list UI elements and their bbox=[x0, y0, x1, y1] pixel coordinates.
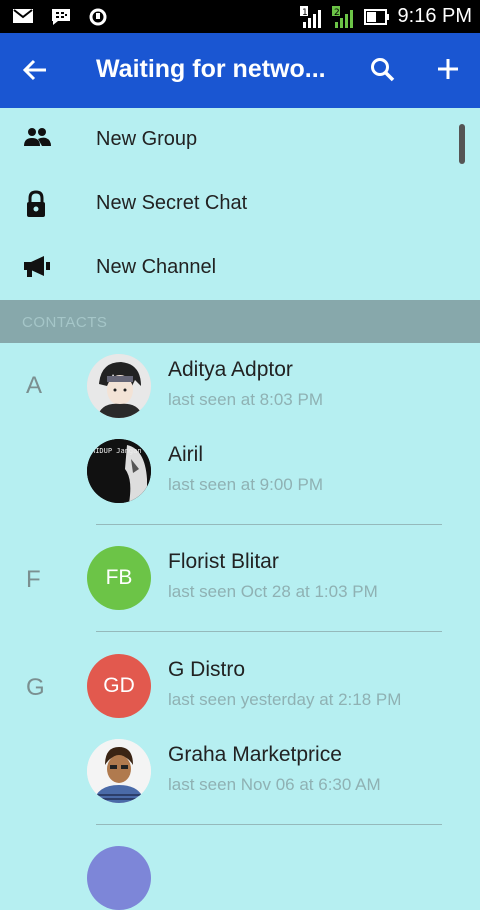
contact-last-seen: last seen at 8:03 PM bbox=[168, 390, 323, 409]
contact-row-florist-blitar[interactable]: FB Florist Blitar last seen Oct 28 at 1:… bbox=[0, 546, 480, 632]
status-bar: 1 2 9:16 PM bbox=[0, 0, 480, 33]
divider bbox=[96, 524, 442, 525]
contacts-section-header: CONTACTS bbox=[0, 300, 480, 343]
new-channel-item[interactable]: New Channel bbox=[0, 236, 480, 300]
search-icon[interactable] bbox=[370, 57, 396, 88]
avatar bbox=[87, 354, 151, 418]
contacts-header-text: CONTACTS bbox=[22, 314, 108, 331]
avatar: FB bbox=[87, 546, 151, 610]
status-time: 9:16 PM bbox=[397, 5, 472, 27]
new-group-label: New Group bbox=[96, 128, 198, 150]
svg-text:HIDUP Jangan Banyak GAYA MENDI: HIDUP Jangan Banyak GAYA MENDING Banyak bbox=[91, 447, 151, 455]
new-group-item[interactable]: New Group bbox=[0, 108, 480, 172]
contact-row-airil[interactable]: HIDUP Jangan Banyak GAYA MENDING Banyak … bbox=[0, 439, 480, 525]
avatar: GD bbox=[87, 654, 151, 718]
svg-text:1: 1 bbox=[302, 8, 308, 18]
lock-icon bbox=[22, 190, 50, 223]
contact-row-graha-marketprice[interactable]: Graha Marketprice last seen Nov 06 at 6:… bbox=[0, 739, 480, 825]
signal-sim1-icon: 1 bbox=[299, 5, 324, 28]
sync-icon bbox=[88, 7, 108, 27]
mail-icon bbox=[12, 7, 34, 27]
next-contact-avatar[interactable] bbox=[87, 846, 151, 910]
new-secret-chat-item[interactable]: New Secret Chat bbox=[0, 172, 480, 236]
divider bbox=[96, 631, 442, 632]
contact-row-aditya-adptor[interactable]: Aditya Adptor last seen at 8:03 PM bbox=[0, 354, 480, 440]
contact-last-seen: last seen yesterday at 2:18 PM bbox=[168, 690, 402, 709]
megaphone-icon bbox=[22, 254, 52, 285]
contact-name: Florist Blitar bbox=[168, 550, 279, 573]
scrollbar[interactable] bbox=[459, 124, 465, 164]
divider bbox=[96, 824, 442, 825]
contact-last-seen: last seen Nov 06 at 6:30 AM bbox=[168, 775, 381, 794]
app-bar: Waiting for netwo... bbox=[0, 33, 480, 108]
plus-icon[interactable] bbox=[436, 57, 460, 86]
contact-name: G Distro bbox=[168, 658, 246, 681]
back-arrow-icon[interactable] bbox=[22, 57, 48, 88]
contact-name: Aditya Adptor bbox=[168, 358, 293, 381]
contact-name: Airil bbox=[168, 443, 203, 466]
avatar bbox=[87, 739, 151, 803]
contact-last-seen: last seen at 9:00 PM bbox=[168, 475, 323, 494]
group-icon bbox=[22, 126, 52, 155]
contact-row-g-distro[interactable]: GD G Distro last seen yesterday at 2:18 … bbox=[0, 654, 480, 740]
contact-last-seen: last seen Oct 28 at 1:03 PM bbox=[168, 582, 378, 601]
battery-icon bbox=[363, 8, 390, 26]
avatar: HIDUP Jangan Banyak GAYA MENDING Banyak bbox=[87, 439, 151, 503]
new-secret-chat-label: New Secret Chat bbox=[96, 192, 248, 214]
contact-name: Graha Marketprice bbox=[168, 743, 342, 766]
bbm-icon bbox=[50, 7, 72, 27]
signal-sim2-icon: 2 bbox=[331, 5, 356, 28]
new-channel-label: New Channel bbox=[96, 256, 217, 278]
svg-text:2: 2 bbox=[334, 8, 340, 18]
page-title: Waiting for netwo... bbox=[96, 55, 326, 83]
